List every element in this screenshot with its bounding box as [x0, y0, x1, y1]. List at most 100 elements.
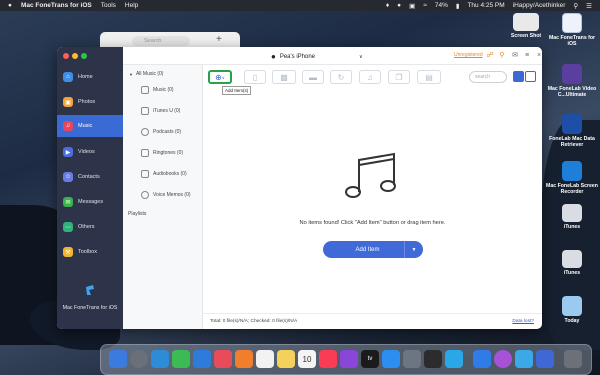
desktop-icon-itunes-1[interactable]: iTunes: [545, 204, 599, 230]
desktop-icon-screen-recorder[interactable]: Mac FoneLab Screen Recorder: [545, 161, 599, 195]
telegram-icon[interactable]: [445, 350, 463, 368]
system-preferences-icon[interactable]: [403, 350, 421, 368]
desktop-icon-itunes-2[interactable]: iTunes: [545, 250, 599, 276]
apple-menu-icon[interactable]: ●: [8, 2, 12, 9]
notes-icon[interactable]: [277, 350, 295, 368]
sidebar-item-contacts[interactable]: ☺ Contacts: [57, 166, 123, 188]
grid-view-button[interactable]: [513, 71, 524, 82]
skype-icon[interactable]: ●: [397, 2, 401, 9]
category-label: Audiobooks (0): [153, 171, 187, 177]
phone-icon: ▯: [252, 72, 258, 82]
user-name[interactable]: iHappy/Acethinker: [513, 2, 566, 9]
clock[interactable]: Thu 4:25 PM: [467, 2, 504, 9]
sidebar-item-home[interactable]: ⌂ Home: [57, 66, 123, 88]
calendar-icon[interactable]: 10: [298, 350, 316, 368]
close-icon[interactable]: ×: [535, 51, 542, 60]
close-window-button[interactable]: [63, 53, 69, 59]
add-item-main-button[interactable]: Add Item ▼: [323, 241, 423, 258]
menu-app-name[interactable]: Mac FoneTrans for iOS: [21, 2, 92, 9]
menu-icon[interactable]: ≡: [523, 51, 531, 60]
data-lost-link[interactable]: Data lost?: [512, 319, 534, 324]
search-input[interactable]: search: [469, 71, 507, 83]
desktop-icon-data-retriever[interactable]: FoneLab Mac Data Retriever: [545, 114, 599, 148]
control-center-icon[interactable]: ☰: [586, 2, 592, 10]
screen-recorder-dock-icon[interactable]: [536, 350, 554, 368]
feedback-icon[interactable]: ✉: [511, 51, 519, 60]
new-tab-button[interactable]: +: [216, 34, 222, 45]
category-music[interactable]: Music (0): [123, 84, 203, 96]
delete-button[interactable]: ▬: [302, 70, 324, 84]
key-icon[interactable]: ⚲: [498, 51, 506, 60]
wifi-icon[interactable]: ≈: [423, 2, 427, 9]
category-label: Ringtones (0): [153, 150, 184, 156]
battery-percent[interactable]: 74%: [435, 2, 448, 9]
trash-icon[interactable]: [564, 350, 582, 368]
menu-tools[interactable]: Tools: [101, 2, 116, 9]
calendar-day: 10: [302, 355, 312, 364]
sidebar-item-toolbox[interactable]: ⚒ Toolbox: [57, 241, 123, 263]
sidebar-item-videos[interactable]: ▶ Videos: [57, 141, 123, 163]
data-retriever-dock-icon[interactable]: [515, 350, 533, 368]
desktop-icon-label: Mac FoneLab Video C...Ultimate: [547, 86, 597, 98]
copy-icon: ❐: [395, 72, 403, 82]
facetime-icon[interactable]: [172, 350, 190, 368]
safari-icon[interactable]: [151, 350, 169, 368]
search-icon[interactable]: ⚲: [573, 2, 578, 10]
sidebar-item-music[interactable]: ♫ Music: [57, 115, 123, 137]
messages-icon: ✉: [63, 197, 73, 207]
sidebar-item-photos[interactable]: ▣ Photos: [57, 91, 123, 113]
category-all-music[interactable]: ▼ All Music (0): [123, 68, 203, 80]
fonetrans-dock-icon[interactable]: [473, 350, 491, 368]
battery-icon[interactable]: ▮: [456, 2, 460, 10]
ringtone-maker-button[interactable]: ♫: [359, 70, 381, 84]
sidebar-item-messages[interactable]: ✉ Messages: [57, 191, 123, 213]
contacts-icon[interactable]: [256, 350, 274, 368]
export-to-pc-button[interactable]: ▩: [272, 70, 296, 84]
unregistered-link[interactable]: Unregistered: [454, 52, 483, 58]
desktop-icon-fonetrans[interactable]: Mac FoneTrans for iOS: [545, 13, 599, 47]
desktop-icon-video-converter[interactable]: Mac FoneLab Video C...Ultimate: [545, 64, 599, 98]
photos-icon[interactable]: [235, 350, 253, 368]
more-tools-button[interactable]: ▤: [417, 70, 441, 84]
dropbox-icon[interactable]: ♦: [386, 2, 389, 9]
music-note-icon: [345, 152, 396, 198]
refresh-button[interactable]: ↻: [330, 70, 352, 84]
messages-icon[interactable]: [193, 350, 211, 368]
contacts-icon: ☺: [63, 172, 73, 182]
music-app-icon[interactable]: [319, 350, 337, 368]
podcasts-icon[interactable]: [340, 350, 358, 368]
video-converter-dock-icon[interactable]: [494, 350, 512, 368]
sidebar-item-others[interactable]: ⋯ Others: [57, 216, 123, 238]
category-audiobooks[interactable]: Audiobooks (0): [123, 168, 203, 180]
category-playlists[interactable]: Playlists: [123, 208, 203, 220]
caret-down-icon[interactable]: ▼: [405, 247, 423, 253]
finder-icon[interactable]: [109, 350, 127, 368]
desktop-icon-today[interactable]: Today: [545, 296, 599, 324]
list-view-button[interactable]: [525, 71, 536, 82]
copy-button[interactable]: ❐: [388, 70, 410, 84]
device-selector[interactable]: ● Pea's iPhone ∨: [271, 52, 363, 61]
launchpad-icon[interactable]: [130, 350, 148, 368]
tv-icon[interactable]: tv: [361, 350, 379, 368]
menu-help[interactable]: Help: [125, 2, 138, 9]
maps-icon[interactable]: [214, 350, 232, 368]
app-window: ⌂ Home ▣ Photos ♫ Music ▶ Videos ☺ Conta…: [57, 47, 542, 329]
dock: 10 tv: [100, 344, 592, 375]
category-itunes-u[interactable]: iTunes U (0): [123, 105, 203, 117]
category-voice-memos[interactable]: Voice Memos (0): [123, 189, 203, 201]
category-podcasts[interactable]: Podcasts (0): [123, 126, 203, 138]
export-to-device-button[interactable]: ▯: [244, 70, 266, 84]
minimize-window-button[interactable]: [72, 53, 78, 59]
videos-icon: ▶: [63, 147, 73, 157]
book-icon: [141, 170, 149, 178]
zoom-window-button[interactable]: [81, 53, 87, 59]
cart-icon[interactable]: ☍: [486, 51, 494, 60]
background-search-input[interactable]: Search: [132, 36, 190, 46]
category-ringtones[interactable]: Ringtones (0): [123, 147, 203, 159]
screen-icon[interactable]: ▣: [409, 2, 415, 10]
add-item-button[interactable]: ⊕ ∨: [208, 70, 232, 84]
activity-monitor-icon[interactable]: [424, 350, 442, 368]
disk-icon: [562, 204, 582, 222]
add-item-label[interactable]: Add Item: [323, 247, 404, 253]
app-store-icon[interactable]: [382, 350, 400, 368]
